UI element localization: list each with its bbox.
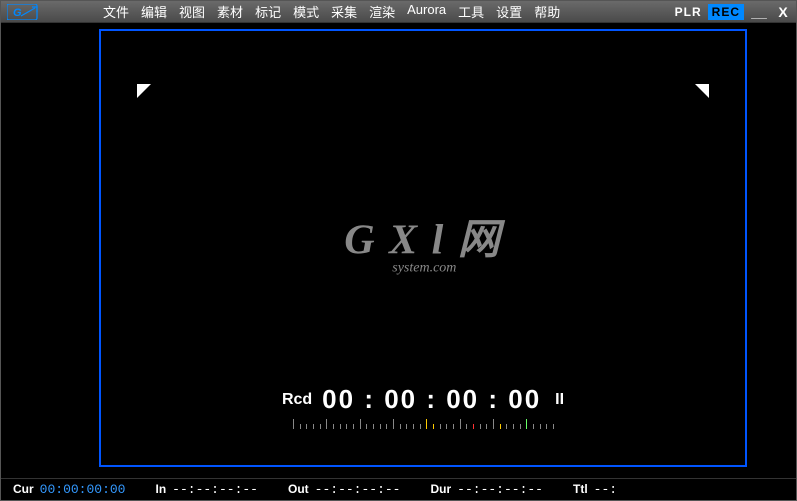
status-cur: Cur 00:00:00:00	[13, 482, 126, 497]
watermark-main: G X l 网	[344, 205, 502, 266]
status-dur: Dur --:--:--:--	[431, 482, 544, 497]
viewport: G X l 网 system.com Rcd 00 : 00 : 00 : 00…	[99, 29, 747, 467]
menu-material[interactable]: 素材	[211, 2, 249, 21]
status-dur-label: Dur	[431, 482, 452, 496]
menu-help[interactable]: 帮助	[528, 2, 566, 21]
rcd-label: Rcd	[282, 391, 312, 409]
menu-edit[interactable]: 编辑	[135, 2, 173, 21]
rec-indicator[interactable]: REC	[708, 4, 744, 20]
status-dur-value: --:--:--:--	[457, 482, 543, 497]
status-ttl: Ttl --:	[573, 482, 617, 497]
status-in: In --:--:--:--	[156, 482, 259, 497]
close-button[interactable]: X	[774, 4, 792, 20]
watermark: G X l 网 system.com	[344, 205, 502, 276]
status-in-label: In	[156, 482, 167, 496]
safe-area-marker-tl	[137, 84, 151, 98]
status-ttl-label: Ttl	[573, 482, 588, 496]
menu-render[interactable]: 渲染	[363, 2, 401, 21]
menu-settings[interactable]: 设置	[490, 2, 528, 21]
record-timecode: Rcd 00 : 00 : 00 : 00 II	[282, 384, 564, 415]
safe-area-marker-tr	[695, 84, 709, 98]
svg-text:G: G	[13, 7, 22, 19]
minimize-button[interactable]: __	[750, 4, 768, 20]
menu-file[interactable]: 文件	[97, 2, 135, 21]
titlebar: G 文件 编辑 视图 素材 标记 模式 采集 渲染 Aurora 工具 设置 帮…	[1, 1, 796, 23]
menu-aurora[interactable]: Aurora	[401, 2, 452, 21]
app-logo: G	[5, 3, 53, 21]
status-cur-label: Cur	[13, 482, 34, 496]
status-in-value: --:--:--:--	[172, 482, 258, 497]
menu-mark[interactable]: 标记	[249, 2, 287, 21]
status-out-label: Out	[288, 482, 309, 496]
status-out: Out --:--:--:--	[288, 482, 401, 497]
status-cur-value: 00:00:00:00	[40, 482, 126, 497]
menu-view[interactable]: 视图	[173, 2, 211, 21]
menu-capture[interactable]: 采集	[325, 2, 363, 21]
plr-indicator: PLR	[675, 5, 702, 19]
menu-bar: 文件 编辑 视图 素材 标记 模式 采集 渲染 Aurora 工具 设置 帮助	[97, 2, 566, 21]
audio-meter	[293, 417, 553, 429]
watermark-sub: system.com	[392, 260, 502, 276]
rcd-time: 00 : 00 : 00 : 00	[322, 384, 541, 415]
status-out-value: --:--:--:--	[315, 482, 401, 497]
statusbar: Cur 00:00:00:00 In --:--:--:-- Out --:--…	[1, 478, 796, 500]
menu-mode[interactable]: 模式	[287, 2, 325, 21]
menu-tools[interactable]: 工具	[452, 2, 490, 21]
pause-icon: II	[555, 391, 564, 409]
status-ttl-value: --:	[594, 482, 617, 497]
